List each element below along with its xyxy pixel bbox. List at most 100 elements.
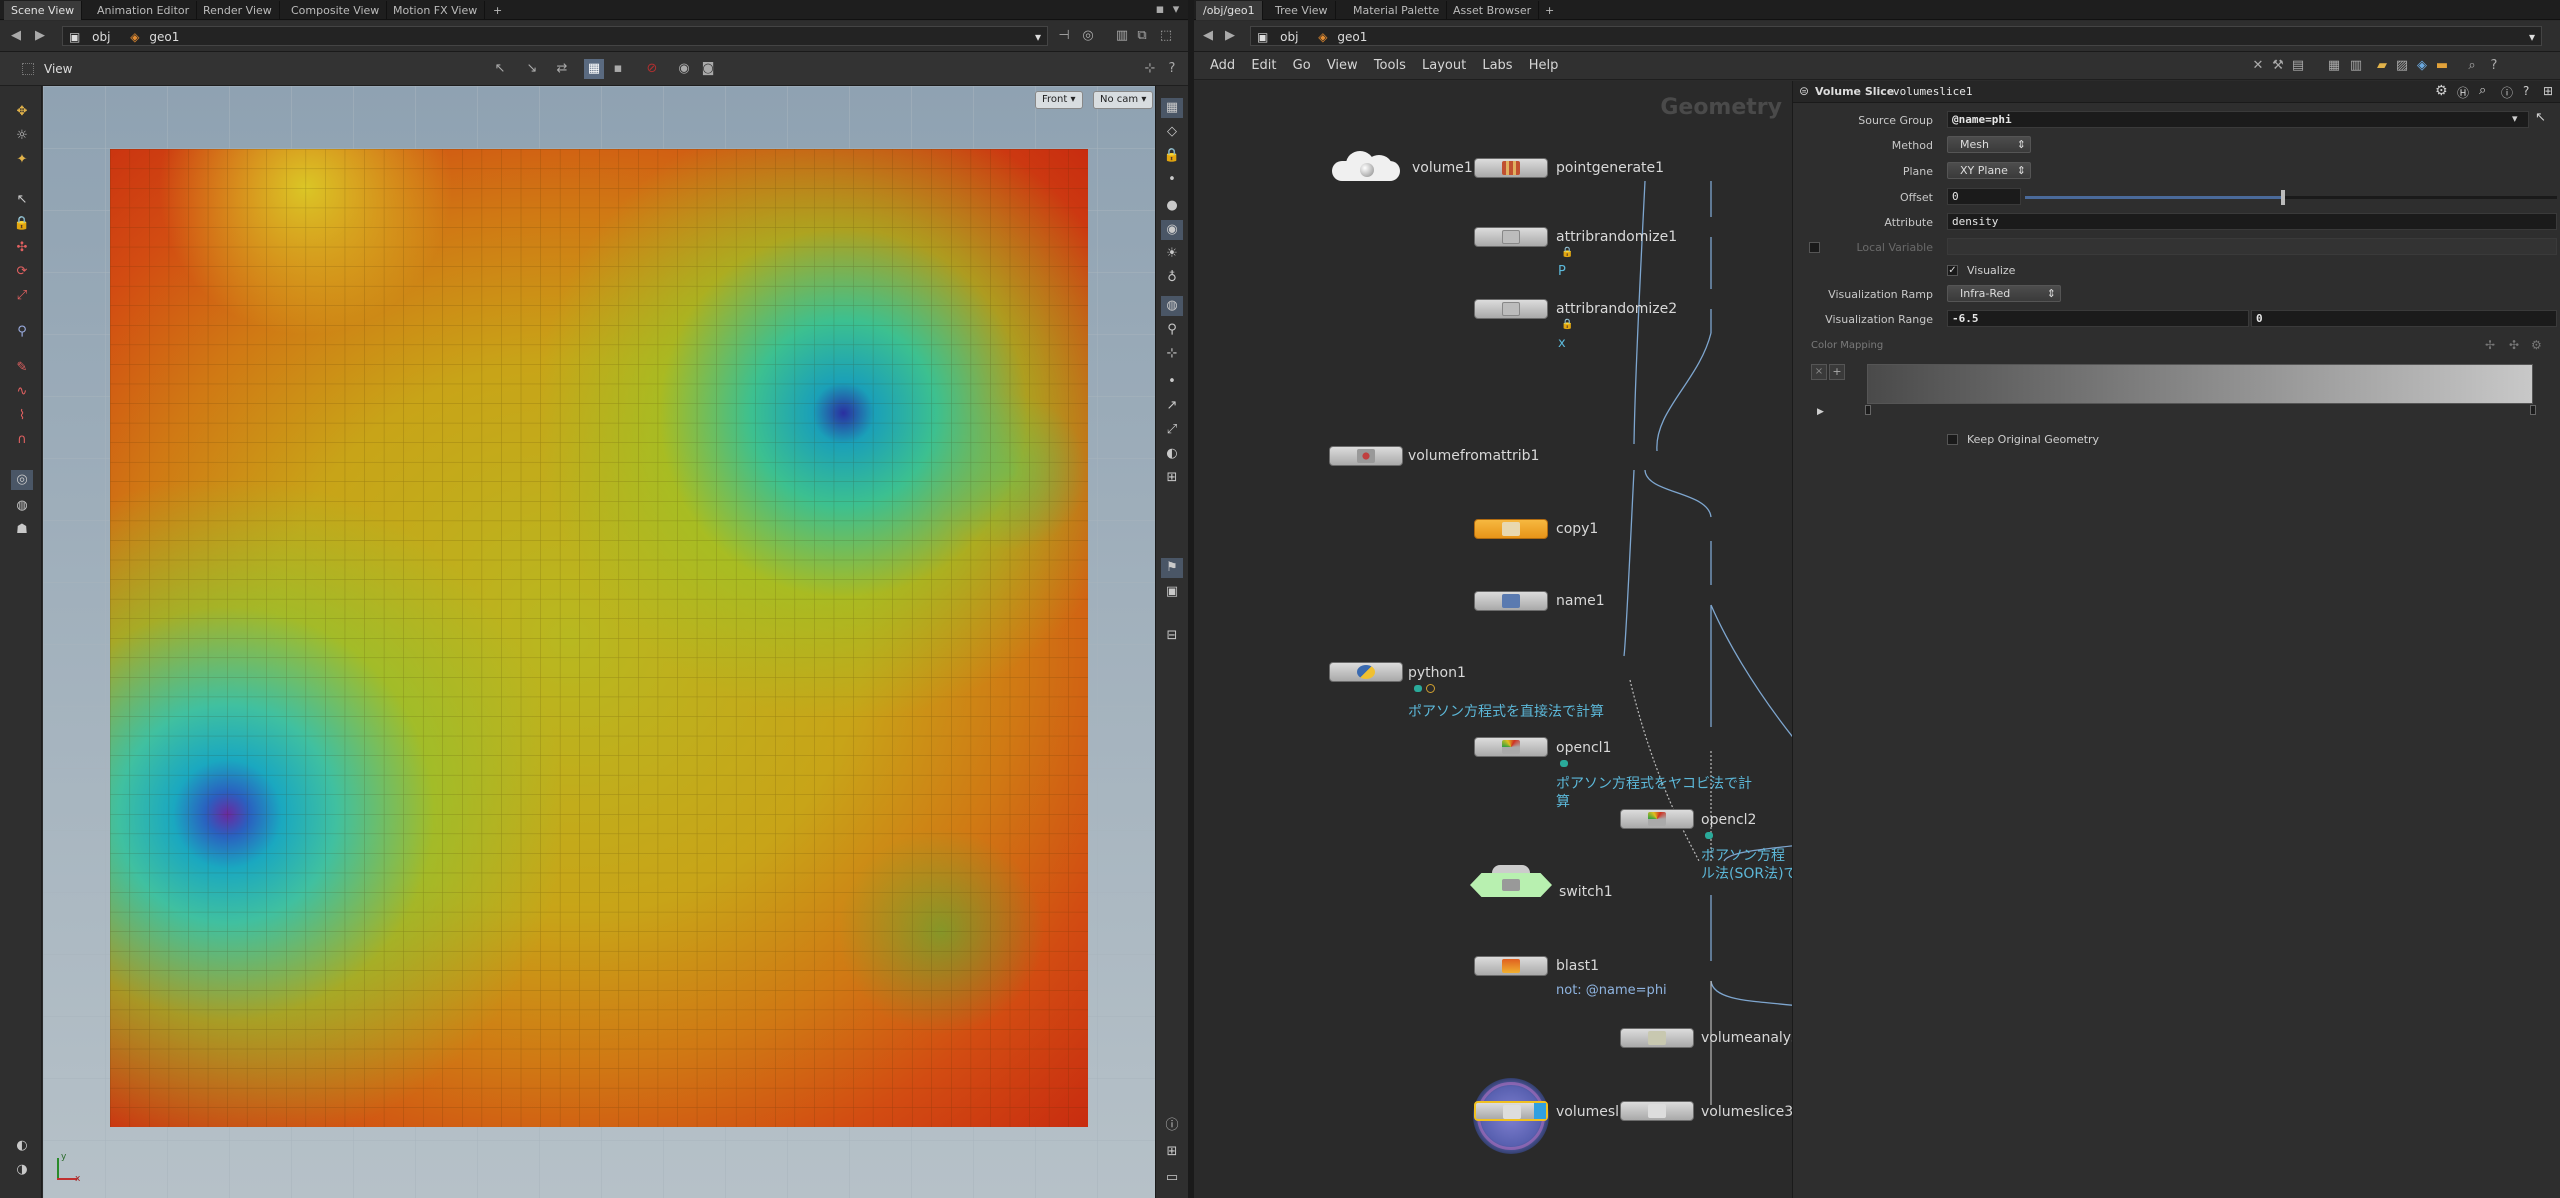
node-volumefromattrib1[interactable]: [1329, 446, 1403, 466]
network-list-icon[interactable]: ▤: [2288, 56, 2308, 76]
display-lock-icon[interactable]: 🔒: [1161, 146, 1183, 166]
ramp-remove-button[interactable]: ×: [1811, 364, 1827, 380]
display-ghost-icon[interactable]: ◉: [1161, 220, 1183, 240]
display-sphere-icon[interactable]: ●: [1161, 196, 1183, 216]
display-points-icon[interactable]: •: [1161, 170, 1183, 190]
display-dot-icon[interactable]: •: [1161, 372, 1183, 392]
display-tool-icon[interactable]: ◑: [11, 1160, 33, 1180]
wrench-icon[interactable]: ✕: [2248, 56, 2268, 76]
h-icon[interactable]: Ⓗ: [2457, 84, 2469, 101]
menu-edit[interactable]: Edit: [1251, 58, 1276, 73]
net-breadcrumb-geo1[interactable]: geo1: [1337, 30, 1367, 44]
ramp-settings-icon[interactable]: ⚙: [2531, 338, 2542, 352]
rotate-tool-icon[interactable]: ⟳: [11, 262, 33, 282]
node-volume1[interactable]: [1326, 151, 1406, 183]
menu-layout[interactable]: Layout: [1422, 58, 1466, 73]
menu-tools[interactable]: Tools: [1374, 58, 1406, 73]
net-back-arrow-icon[interactable]: ◀: [1198, 26, 1218, 46]
node-pointgenerate1[interactable]: [1474, 158, 1548, 178]
node-name1[interactable]: [1474, 591, 1548, 611]
maximize-icon[interactable]: ⬚: [1156, 26, 1176, 46]
display-pin-icon[interactable]: ⚑: [1161, 558, 1183, 578]
source-group-dropdown-icon[interactable]: ▾: [2512, 112, 2518, 125]
display-light-icon[interactable]: ☀: [1161, 244, 1183, 264]
pane-menu-dropdown-icon[interactable]: ▾: [1166, 0, 1186, 20]
keep-original-checkbox[interactable]: [1947, 434, 1958, 445]
menu-labs[interactable]: Labs: [1482, 58, 1512, 73]
network-grid-icon[interactable]: ▦: [2324, 56, 2344, 76]
ramp-add-key-icon[interactable]: ✢: [2485, 338, 2495, 352]
select-prims-icon[interactable]: ▦: [584, 59, 604, 79]
tab-motion-fx-view[interactable]: Motion FX View: [386, 1, 486, 20]
back-arrow-icon[interactable]: ◀: [6, 26, 26, 46]
translate-tool-icon[interactable]: ✣: [11, 238, 33, 258]
move-tool-icon[interactable]: ✥: [11, 102, 33, 122]
tab-composite-view[interactable]: Composite View: [284, 1, 388, 20]
network-color-icon[interactable]: ◈: [2412, 56, 2432, 76]
display-grid-icon[interactable]: ⊞: [1161, 468, 1183, 488]
add-network-tab-button[interactable]: +: [1538, 1, 1561, 20]
viz-range-min-field[interactable]: -6.5: [1947, 310, 2249, 327]
network-path-field[interactable]: ▣ obj ◈ geo1 ▾: [1250, 26, 2542, 46]
display-toggle-icon[interactable]: ⊟: [1161, 626, 1183, 646]
attribute-field[interactable]: density: [1947, 213, 2557, 230]
display-camera-icon[interactable]: ◍: [1161, 296, 1183, 316]
layout-icon[interactable]: ▥: [1112, 26, 1132, 46]
tab-render-view[interactable]: Render View: [196, 1, 280, 20]
ramp-key-left[interactable]: [1865, 405, 1871, 415]
viz-ramp-menu[interactable]: Infra-Red ⇕: [1947, 285, 2061, 302]
menu-view[interactable]: View: [1327, 58, 1358, 73]
gear-icon[interactable]: ⚙: [2435, 83, 2448, 99]
select-edges-icon[interactable]: ⇄: [552, 59, 572, 79]
viz-range-max-field[interactable]: 0: [2251, 310, 2557, 327]
display-shade-icon[interactable]: ◐: [1161, 444, 1183, 464]
network-folder-icon[interactable]: ▬: [2432, 56, 2452, 76]
camera-tool-icon[interactable]: ◍: [11, 496, 33, 516]
expand-icon[interactable]: ⊞: [2543, 84, 2553, 98]
breadcrumb-obj[interactable]: obj: [92, 30, 110, 44]
node-volumeanalysis[interactable]: [1620, 1028, 1694, 1048]
color-ramp[interactable]: [1867, 364, 2533, 404]
net-breadcrumb-obj[interactable]: obj: [1280, 30, 1298, 44]
link-icon[interactable]: ◎: [1078, 26, 1098, 46]
ramp-expand-icon[interactable]: ▶: [1817, 407, 1824, 417]
viewport[interactable]: Front ▾ No cam ▾ y x: [43, 86, 1155, 1198]
ramp-move-icon[interactable]: ✣: [2509, 338, 2519, 352]
view-tool-icon[interactable]: ☼: [11, 126, 33, 146]
node-volumeslice1[interactable]: [1474, 1101, 1548, 1121]
no-entry-icon[interactable]: ⊘: [642, 59, 662, 79]
tab-tree-view[interactable]: Tree View: [1268, 1, 1336, 20]
info-icon[interactable]: ⓘ: [2501, 84, 2513, 101]
select-arrow-icon[interactable]: ↖: [2535, 110, 2546, 125]
offset-slider-track[interactable]: [2025, 190, 2557, 205]
select-mode-icon[interactable]: ↖: [490, 59, 510, 79]
tab-animation-editor[interactable]: Animation Editor: [90, 1, 198, 20]
node-volumeslice3[interactable]: [1620, 1101, 1694, 1121]
source-group-field[interactable]: @name=phi: [1947, 111, 2529, 128]
select-vertices-icon[interactable]: ▪: [608, 59, 628, 79]
display-vector-icon[interactable]: ↗: [1161, 396, 1183, 416]
camera-menu[interactable]: No cam ▾: [1093, 91, 1154, 109]
display-normals-icon[interactable]: ⊹: [1161, 344, 1183, 364]
lock-tool-icon[interactable]: 🔒: [11, 214, 33, 234]
magnet-tool-icon[interactable]: ∩: [11, 430, 33, 450]
network-image-icon[interactable]: ▨: [2392, 56, 2412, 76]
network-tools-icon[interactable]: ⚒: [2268, 56, 2288, 76]
render-tool-icon[interactable]: ◐: [11, 1136, 33, 1156]
display-info-icon[interactable]: ⓘ: [1161, 1116, 1183, 1136]
method-menu[interactable]: Mesh ⇕: [1947, 136, 2031, 153]
light-tool-icon[interactable]: ☗: [11, 520, 33, 540]
path-dropdown-icon[interactable]: ▾: [1035, 27, 1041, 47]
menu-go[interactable]: Go: [1293, 58, 1311, 73]
menu-help[interactable]: Help: [1529, 58, 1559, 73]
display-wire-icon[interactable]: ◇: [1161, 122, 1183, 142]
node-opencl2[interactable]: [1620, 809, 1694, 829]
node-blast1[interactable]: [1474, 956, 1548, 976]
pose-tool-icon[interactable]: ⚲: [11, 322, 33, 342]
param-help-icon[interactable]: ?: [2523, 84, 2529, 98]
snap-tool-icon[interactable]: ◎: [11, 470, 33, 490]
visualize-checkbox[interactable]: ✓: [1947, 265, 1958, 276]
camera-view-menu[interactable]: Front ▾: [1035, 91, 1083, 109]
brush-tool-icon[interactable]: ✎: [11, 358, 33, 378]
network-help-icon[interactable]: ?: [2484, 56, 2504, 76]
